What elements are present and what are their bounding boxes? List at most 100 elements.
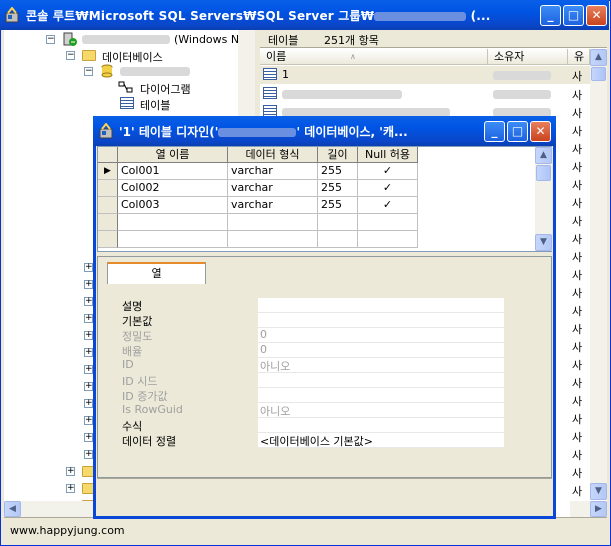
property-value: [258, 388, 504, 403]
redacted-text: [493, 71, 551, 80]
grid-row-header[interactable]: [98, 197, 118, 214]
grid-vertical-scrollbar[interactable]: ▲ ▼: [535, 147, 552, 251]
grid-corner: [98, 147, 118, 163]
expand-toggle[interactable]: +: [84, 399, 93, 408]
grid-cell-nullable[interactable]: ✓: [358, 180, 418, 197]
property-value[interactable]: <데이터베이스 기본값>: [258, 433, 504, 448]
property-list[interactable]: 설명 기본값 정밀도 0 배율 0 ID 아니오 ID 시드 ID 증가값 Is RowGuid 아니…: [98, 284, 550, 476]
property-value: 0: [258, 343, 504, 358]
grid-header-allow-null[interactable]: Null 허용: [358, 147, 418, 163]
expand-toggle[interactable]: +: [84, 348, 93, 357]
table-type: 사: [572, 341, 583, 354]
expand-toggle[interactable]: +: [84, 331, 93, 340]
table-name: 1: [282, 68, 289, 81]
column-header-type[interactable]: 유형: [568, 49, 590, 78]
table-type: 사: [572, 359, 583, 372]
grid-cell-type[interactable]: varchar: [228, 197, 318, 214]
property-value[interactable]: [258, 298, 504, 313]
expand-toggle[interactable]: +: [84, 416, 93, 425]
close-button[interactable]: ✕: [586, 5, 607, 26]
table-row[interactable]: 사: [260, 85, 590, 103]
property-value[interactable]: [258, 418, 504, 433]
table-row[interactable]: 1 사: [260, 66, 590, 84]
grid-cell-name[interactable]: Col003: [118, 197, 228, 214]
scroll-down-button[interactable]: ▼: [590, 483, 607, 500]
list-header-bar: 테이블 251개 항목: [260, 30, 607, 48]
grid-cell-name[interactable]: [118, 214, 228, 231]
expand-toggle[interactable]: +: [84, 314, 93, 323]
property-label: 정밀도: [122, 330, 153, 343]
expand-toggle[interactable]: +: [84, 433, 93, 442]
grid-cell-length[interactable]: [318, 231, 358, 248]
collapse-toggle[interactable]: −: [84, 67, 93, 76]
grid-header-length[interactable]: 길이: [318, 147, 358, 163]
grid-cell-type[interactable]: [228, 214, 318, 231]
grid-cell-type[interactable]: [228, 231, 318, 248]
list-tab-tables[interactable]: 테이블: [268, 32, 298, 48]
grid-row-header[interactable]: ▶: [98, 163, 118, 180]
table-type: 사: [572, 431, 583, 444]
scroll-left-button[interactable]: ◀: [4, 501, 21, 517]
grid-cell-name[interactable]: Col001: [118, 163, 228, 180]
collapse-toggle[interactable]: −: [46, 35, 55, 44]
diagram-icon: [118, 80, 134, 94]
scroll-thumb[interactable]: [536, 165, 551, 181]
property-value: [258, 373, 504, 388]
redacted-text: [120, 67, 190, 76]
column-header-owner[interactable]: 소유자: [488, 49, 568, 65]
scroll-up-button[interactable]: ▲: [590, 49, 607, 66]
maximize-button[interactable]: □: [563, 5, 584, 26]
list-horizontal-scrollbar[interactable]: ▶: [570, 501, 607, 517]
expand-toggle[interactable]: +: [84, 280, 93, 289]
grid-cell-nullable[interactable]: ✓: [358, 163, 418, 180]
grid-header-column-name[interactable]: 열 이름: [118, 147, 228, 163]
grid-cell-name[interactable]: [118, 231, 228, 248]
window-title-bar[interactable]: 콘솔 루트₩Microsoft SQL Servers₩SQL Server 그…: [0, 0, 609, 30]
grid-row-header[interactable]: [98, 214, 118, 231]
maximize-button[interactable]: □: [507, 121, 528, 142]
tree-item-label: 테이블: [140, 99, 171, 112]
tree-horizontal-scrollbar[interactable]: ◀: [4, 501, 93, 517]
column-header-name[interactable]: 이름 ∧: [260, 49, 488, 65]
property-value[interactable]: [258, 313, 504, 328]
grid-header-data-type[interactable]: 데이터 형식: [228, 147, 318, 163]
collapse-toggle[interactable]: −: [66, 51, 75, 60]
list-vertical-scrollbar[interactable]: ▲ ▼: [590, 49, 607, 500]
scroll-thumb[interactable]: [591, 67, 606, 81]
dialog-title-bar[interactable]: '1' 테이블 디자인(' ' 데이터베이스, '캐... _ □ ✕: [93, 116, 556, 146]
grid-cell-nullable[interactable]: [358, 231, 418, 248]
minimize-button[interactable]: _: [540, 5, 561, 26]
expand-toggle[interactable]: +: [66, 467, 75, 476]
scroll-down-button[interactable]: ▼: [535, 234, 552, 251]
item-count: 251개 항목: [324, 34, 379, 47]
redacted-text: [218, 128, 297, 137]
expand-toggle[interactable]: +: [66, 484, 75, 493]
expand-toggle[interactable]: +: [84, 450, 93, 459]
table-type: 사: [572, 143, 583, 156]
minimize-button[interactable]: _: [484, 121, 505, 142]
expand-toggle[interactable]: +: [84, 382, 93, 391]
close-button[interactable]: ✕: [530, 121, 551, 142]
grid-cell-name[interactable]: Col002: [118, 180, 228, 197]
grid-cell-type[interactable]: varchar: [228, 180, 318, 197]
grid-row-header[interactable]: [98, 180, 118, 197]
column-grid[interactable]: 열 이름 데이터 형식 길이 Null 허용 ▶ Col001 varchar 255…: [97, 146, 552, 252]
expand-toggle[interactable]: +: [84, 297, 93, 306]
expand-toggle[interactable]: +: [84, 365, 93, 374]
grid-cell-length[interactable]: 255: [318, 197, 358, 214]
table-type: 사: [572, 179, 583, 192]
grid-row-header[interactable]: [98, 231, 118, 248]
grid-cell-length[interactable]: [318, 214, 358, 231]
scroll-right-button[interactable]: ▶: [590, 501, 607, 517]
grid-cell-length[interactable]: 255: [318, 163, 358, 180]
grid-cell-length[interactable]: 255: [318, 180, 358, 197]
expand-toggle[interactable]: +: [84, 263, 93, 272]
grid-cell-nullable[interactable]: [358, 214, 418, 231]
property-label: 기본값: [122, 315, 153, 328]
grid-cell-nullable[interactable]: ✓: [358, 197, 418, 214]
scroll-up-button[interactable]: ▲: [535, 147, 552, 164]
grid-cell-type[interactable]: varchar: [228, 163, 318, 180]
tab-column[interactable]: 열: [107, 262, 206, 284]
property-value: 아니오: [258, 403, 504, 418]
table-type: 사: [572, 107, 583, 120]
